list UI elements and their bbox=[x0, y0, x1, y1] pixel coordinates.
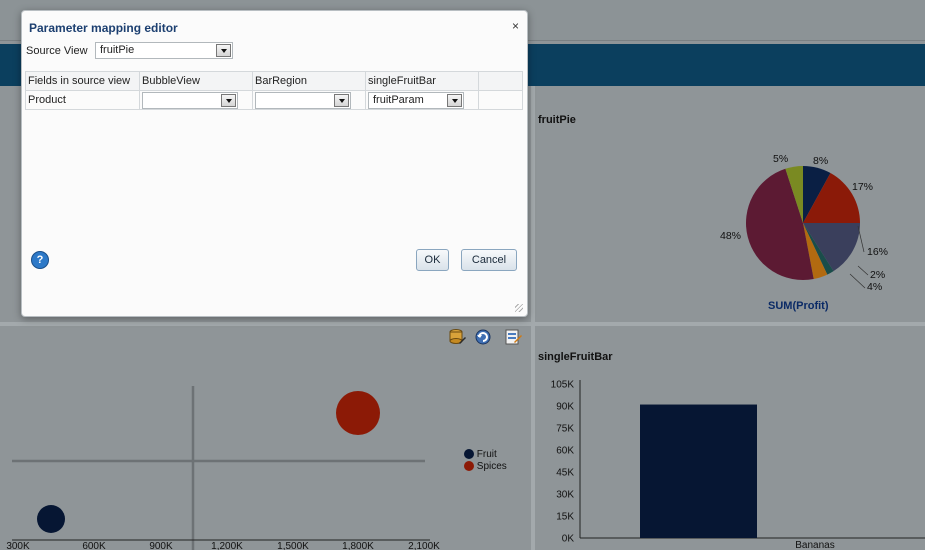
column-header: BarRegion bbox=[252, 71, 366, 91]
legend-item: Fruit bbox=[464, 449, 507, 461]
bar-chart-title: singleFruitBar bbox=[538, 351, 613, 363]
bar bbox=[640, 404, 757, 538]
resize-grip-icon[interactable] bbox=[515, 304, 523, 312]
table-cell-singlefruitbar: fruitParam bbox=[365, 90, 479, 110]
source-view-label: Source View bbox=[26, 45, 88, 57]
bubble-spices bbox=[336, 391, 380, 435]
bar-y-tick-label: 15K bbox=[556, 512, 574, 523]
pie-leader-line bbox=[857, 265, 869, 276]
bubble-x-tick-label: 1,800K bbox=[342, 541, 374, 550]
singlefruitbar-select[interactable]: fruitParam bbox=[368, 91, 464, 109]
pie-slice-label: 16% bbox=[867, 246, 888, 258]
close-icon[interactable]: × bbox=[512, 19, 519, 33]
legend-label: Fruit bbox=[474, 449, 497, 460]
pie-chart: 8% 17% 16% 2%4% 48% 5% bbox=[720, 153, 888, 293]
chevron-down-icon[interactable] bbox=[216, 44, 231, 57]
column-header: BubbleView bbox=[139, 71, 253, 91]
column-header: singleFruitBar bbox=[365, 71, 479, 91]
table-cell-barregion bbox=[252, 90, 366, 110]
pie-slice-label: 48% bbox=[720, 230, 741, 242]
bar-y-tick-label: 75K bbox=[556, 424, 574, 435]
pie-slice-label: 17% bbox=[852, 181, 873, 193]
bubble-chart: 300K 600K 900K 1,200K 1,500K 1,800K 2,100K bbox=[6, 386, 440, 550]
bar-y-tick-label: 30K bbox=[556, 490, 574, 501]
bubble-x-tick-label: 2,100K bbox=[408, 541, 440, 550]
chevron-down-icon[interactable] bbox=[221, 93, 236, 107]
bubble-fruit bbox=[37, 505, 65, 533]
bar-y-tick-label: 0K bbox=[562, 534, 575, 545]
mapping-table: Fields in source view BubbleView BarRegi… bbox=[25, 71, 523, 110]
pie-leader-line bbox=[849, 273, 866, 289]
chevron-down-icon[interactable] bbox=[334, 93, 349, 107]
chevron-down-icon[interactable] bbox=[447, 93, 462, 107]
bubble-x-tick-label: 300K bbox=[6, 541, 30, 550]
bubble-toolbar bbox=[448, 328, 524, 346]
bubble-x-tick-label: 1,200K bbox=[211, 541, 243, 550]
bar-chart: 0K 15K 30K 45K 60K 75K 90K 105K Bananas bbox=[551, 380, 925, 550]
legend-label: Spices bbox=[474, 461, 507, 472]
refresh-icon[interactable] bbox=[474, 328, 492, 346]
legend-swatch bbox=[464, 449, 474, 460]
table-cell-bubbleview bbox=[139, 90, 253, 110]
pie-slice-label: 5% bbox=[773, 153, 788, 165]
pie-slice-label: 2% bbox=[870, 269, 885, 281]
cancel-button[interactable]: Cancel bbox=[461, 249, 517, 271]
pie-leader-line bbox=[857, 225, 865, 253]
legend-swatch bbox=[464, 461, 474, 472]
source-view-select[interactable]: fruitPie bbox=[95, 42, 233, 59]
legend-item: Spices bbox=[464, 461, 507, 473]
column-header-filler bbox=[478, 71, 523, 91]
table-cell-filler bbox=[478, 90, 523, 110]
bar-y-tick-label: 90K bbox=[556, 402, 574, 413]
parameter-mapping-dialog: Parameter mapping editor × Source View f… bbox=[21, 10, 528, 317]
column-header: Fields in source view bbox=[25, 71, 140, 91]
pie-chart-footer: SUM(Profit) bbox=[768, 300, 829, 312]
source-view-value: fruitPie bbox=[100, 44, 135, 56]
bubble-x-tick-label: 1,500K bbox=[277, 541, 309, 550]
bubble-legend: Fruit Spices bbox=[464, 449, 507, 473]
bar-x-tick-label: Bananas bbox=[795, 540, 834, 550]
bar-y-tick-label: 60K bbox=[556, 446, 574, 457]
edit-form-icon[interactable] bbox=[504, 328, 522, 346]
panel-divider-horizontal bbox=[0, 322, 925, 326]
table-cell-field: Product bbox=[25, 90, 140, 110]
bubble-x-tick-label: 600K bbox=[82, 541, 106, 550]
ok-button[interactable]: OK bbox=[416, 249, 449, 271]
table-header-row: Fields in source view BubbleView BarRegi… bbox=[25, 71, 523, 91]
bubble-x-tick-label: 900K bbox=[149, 541, 173, 550]
help-icon[interactable]: ? bbox=[31, 251, 49, 269]
singlefruitbar-value: fruitParam bbox=[373, 93, 424, 106]
pie-slice-label: 4% bbox=[867, 281, 882, 293]
pie-chart-title: fruitPie bbox=[538, 114, 576, 126]
database-edit-icon[interactable] bbox=[448, 328, 466, 346]
bar-y-tick-label: 45K bbox=[556, 468, 574, 479]
bubbleview-select[interactable] bbox=[142, 91, 238, 109]
pie-slice-label: 8% bbox=[813, 155, 828, 167]
barregion-select[interactable] bbox=[255, 91, 351, 109]
table-row: Product fruitParam bbox=[25, 90, 523, 110]
bar-y-tick-label: 105K bbox=[551, 380, 575, 391]
dialog-title: Parameter mapping editor bbox=[29, 21, 178, 35]
